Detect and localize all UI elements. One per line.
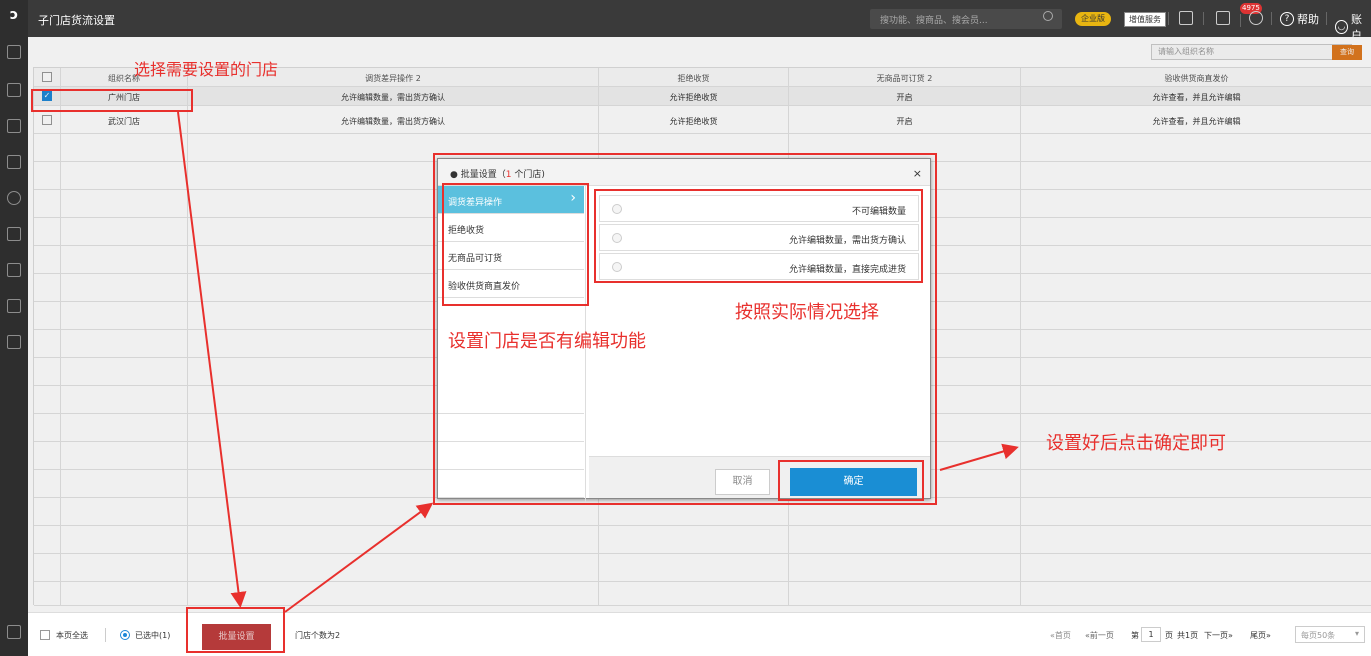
member-icon[interactable] [7,191,21,205]
divider [1240,14,1241,27]
divider [105,628,106,642]
highlight-batch-button [186,607,285,653]
page-suffix: 页 [1165,631,1173,640]
page-prefix: 第 [1131,631,1139,640]
menu-icon[interactable] [7,335,21,349]
select-all-checkbox[interactable] [40,630,50,640]
highlight-confirm [778,460,924,501]
highlight-options [594,189,923,283]
page-title: 子门店货流设置 [38,14,115,27]
search-placeholder: 搜功能、搜商品、搜会员... [880,16,988,26]
per-page-select[interactable]: 每页50条 ▾ [1295,626,1365,643]
prev-page-link[interactable]: «前一页 [1085,630,1114,641]
divider [1271,12,1272,25]
report-icon[interactable] [7,263,21,277]
goods-icon[interactable] [7,83,21,97]
last-page-link[interactable]: 尾页» [1250,630,1271,641]
store-count-label: 门店个数为2 [295,631,341,640]
divider [1168,12,1169,25]
highlight-tabs [442,183,589,306]
annotation-set-edit: 设置门店是否有编辑功能 [448,331,646,352]
enterprise-badge: 企业版 [1075,12,1111,26]
collapse-icon[interactable] [7,625,21,639]
first-page-link[interactable]: «首页 [1050,630,1071,641]
top-bar: 子门店货流设置 搜功能、搜商品、搜会员... 企业版 增值服务 4975 ? 帮助… [28,0,1371,42]
finance-icon[interactable] [7,299,21,313]
annotation-choose-actual: 按照实际情况选择 [735,302,879,323]
help-link[interactable]: ? 帮助 [1280,11,1319,27]
per-page-value: 每页50条 [1301,631,1336,640]
notification-icon[interactable] [1216,11,1230,25]
page-number-input[interactable]: 1 [1141,627,1161,642]
total-pages: 共1页 [1177,631,1199,640]
chevron-down-icon: ▾ [1354,629,1359,638]
annotation-select-store: 选择需要设置的门店 [134,60,279,79]
global-search-input[interactable]: 搜功能、搜商品、搜会员... [870,9,1062,29]
divider [1203,12,1204,25]
user-icon: ◡ [1335,20,1348,34]
selected-count-label: 已选中(1) [135,631,171,640]
help-icon: ? [1280,12,1294,26]
value-added-button[interactable]: 增值服务 [1124,12,1166,27]
next-page-link[interactable]: 下一页» [1204,630,1233,641]
clipboard-icon[interactable] [1179,11,1193,25]
annotation-click-confirm: 设置好后点击确定即可 [1046,433,1226,454]
search-icon[interactable] [1043,11,1053,21]
logo-icon[interactable]: ↄ [5,7,23,23]
cashier-icon[interactable] [7,119,21,133]
headset-icon[interactable] [1249,11,1263,25]
help-label: 帮助 [1297,13,1319,26]
divider [1326,12,1327,25]
inventory-icon[interactable] [7,155,21,169]
highlight-store-row [31,89,193,112]
select-all-label: 本页全选 [56,631,88,640]
sidebar: ↄ [0,0,28,656]
home-icon[interactable] [7,45,21,59]
store-icon[interactable] [7,227,21,241]
selected-radio[interactable] [120,630,130,640]
